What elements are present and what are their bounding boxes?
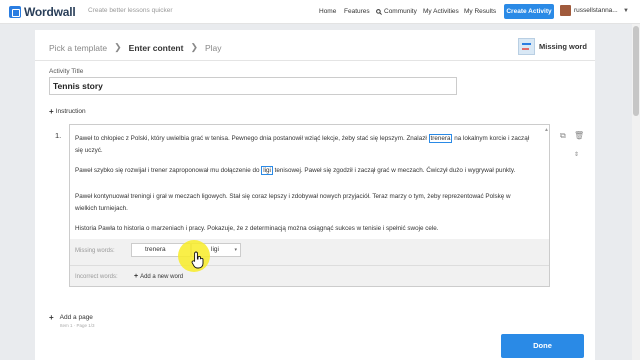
search-icon	[376, 8, 382, 15]
paragraph-text: tenisowej. Paweł się zgodził i zaczął gr…	[272, 167, 516, 174]
logo-icon	[9, 6, 21, 18]
editor-paragraph[interactable]: Historia Pawła to historia o marzeniach …	[75, 223, 540, 235]
paragraph-text: się uczyć.	[75, 147, 103, 154]
duplicate-icon[interactable]: ⧉	[560, 131, 566, 141]
username[interactable]: russellstanna...	[574, 7, 618, 14]
add-page-label: Add a page	[59, 314, 93, 321]
paragraph-text: Paweł to chłopiec z Polski, który uwielb…	[75, 135, 429, 142]
top-navigation-bar: Wordwall Create better lessons quicker H…	[0, 0, 640, 24]
logo-text: Wordwall	[24, 5, 76, 19]
scroll-up-icon[interactable]: ▲	[544, 127, 549, 133]
nav-home[interactable]: Home	[319, 8, 336, 15]
chevron-down-icon: ▾	[234, 247, 237, 253]
divider	[35, 60, 595, 61]
chevron-right-icon: ❯	[114, 42, 122, 52]
done-button[interactable]: Done	[501, 334, 584, 358]
activity-title-label: Activity Title	[49, 68, 84, 75]
hand-cursor-icon	[191, 251, 204, 269]
editor-paragraph[interactable]: Paweł szybko się rozwijał i trener zapro…	[75, 165, 540, 177]
page-scrollbar-thumb[interactable]	[633, 26, 639, 116]
instruction-label: Instruction	[55, 108, 86, 115]
create-activity-button[interactable]: Create Activity	[504, 4, 554, 19]
add-word-label: Add a new word	[140, 273, 184, 280]
plus-icon: +	[49, 107, 54, 116]
editor-paragraph[interactable]: Paweł kontynuował treningi i grał w mecz…	[75, 191, 540, 215]
tagline: Create better lessons quicker	[88, 7, 173, 14]
nav-my-activities[interactable]: My Activities	[423, 8, 459, 15]
breadcrumb-pick-template[interactable]: Pick a template	[49, 43, 107, 53]
plus-icon: +	[49, 313, 54, 322]
missing-words-label: Missing words:	[75, 248, 115, 254]
page-info: Item 1 · Page 1/3	[60, 323, 95, 328]
activity-title-input[interactable]: Tennis story	[49, 77, 457, 95]
breadcrumb-enter-content: Enter content	[128, 42, 184, 53]
avatar[interactable]	[560, 5, 571, 16]
paragraph-text: na lokalnym korcie i zaczął	[452, 135, 530, 142]
incorrect-words-label: Incorrect words:	[75, 274, 118, 280]
chevron-right-icon: ❯	[190, 42, 198, 52]
add-page-button[interactable]: + Add a page	[49, 313, 93, 322]
plus-icon: +	[134, 273, 139, 280]
paragraph-text: Historia Pawła to historia o marzeniach …	[75, 225, 439, 232]
breadcrumb: Pick a template ❯ Enter content ❯ Play	[49, 42, 222, 53]
template-type-label: Missing word	[539, 42, 587, 51]
reorder-icon[interactable]: ⇕	[574, 151, 579, 158]
nav-my-results[interactable]: My Results	[464, 8, 496, 15]
missing-word-marker[interactable]: trenera	[428, 134, 453, 143]
trash-icon[interactable]: 🗑	[574, 131, 584, 140]
breadcrumb-play[interactable]: Play	[205, 43, 222, 53]
chevron-down-icon[interactable]: ▼	[623, 8, 629, 14]
page-scrollbar[interactable]	[632, 24, 640, 360]
editor-paragraph[interactable]: Paweł to chłopiec z Polski, który uwielb…	[75, 133, 540, 157]
nav-features[interactable]: Features	[344, 8, 370, 15]
paragraph-text: wielkich turniejach.	[75, 205, 128, 212]
paragraph-text: Paweł kontynuował treningi i grał w mecz…	[75, 193, 511, 200]
wordwall-logo[interactable]: Wordwall	[9, 5, 76, 19]
missing-word-text: ligi	[211, 246, 219, 253]
add-new-word-button[interactable]: + Add a new word	[134, 273, 183, 280]
missing-word-template-icon	[518, 38, 535, 55]
nav-community-label: Community	[384, 8, 417, 15]
missing-word-marker[interactable]: ligi	[261, 166, 273, 175]
words-panel: Missing words: trenera ligi ▾ Incorrect …	[69, 239, 550, 287]
nav-community[interactable]: Community	[376, 8, 417, 15]
template-type[interactable]: Missing word	[518, 38, 587, 55]
question-number: 1.	[55, 131, 62, 140]
divider	[70, 265, 549, 266]
paragraph-text: Paweł szybko się rozwijał i trener zapro…	[75, 167, 262, 174]
add-instruction-button[interactable]: + Instruction	[49, 107, 86, 116]
